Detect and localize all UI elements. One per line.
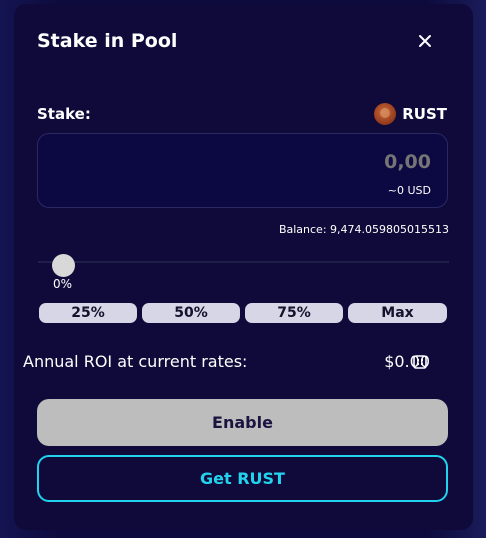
percent-max-button[interactable]: Max xyxy=(348,303,447,323)
stake-amount-input[interactable] xyxy=(131,151,431,173)
roi-label: Annual ROI at current rates: xyxy=(23,352,248,371)
close-icon[interactable] xyxy=(414,30,436,52)
stake-slider-thumb[interactable] xyxy=(52,254,75,277)
get-rust-button[interactable]: Get RUST xyxy=(37,455,448,502)
stake-modal: Stake in Pool Stake: RUST ~0 USD Balance… xyxy=(14,4,473,530)
token-name: RUST xyxy=(402,105,447,123)
enable-button[interactable]: Enable xyxy=(37,399,448,446)
balance-text: Balance: 9,474.059805015513 xyxy=(278,223,449,236)
calculator-icon[interactable] xyxy=(413,354,427,369)
usd-value: ~0 USD xyxy=(387,184,431,197)
modal-title: Stake in Pool xyxy=(37,30,178,52)
stake-slider-track[interactable] xyxy=(38,261,449,263)
percent-25-button[interactable]: 25% xyxy=(39,303,137,323)
percent-75-button[interactable]: 75% xyxy=(245,303,343,323)
stake-input-box[interactable]: ~0 USD xyxy=(37,133,448,208)
token-selector: RUST xyxy=(374,103,447,125)
stake-label: Stake: xyxy=(37,105,91,123)
slider-percent-label: 0% xyxy=(53,277,73,291)
percent-50-button[interactable]: 50% xyxy=(142,303,240,323)
rust-token-icon xyxy=(374,103,397,125)
